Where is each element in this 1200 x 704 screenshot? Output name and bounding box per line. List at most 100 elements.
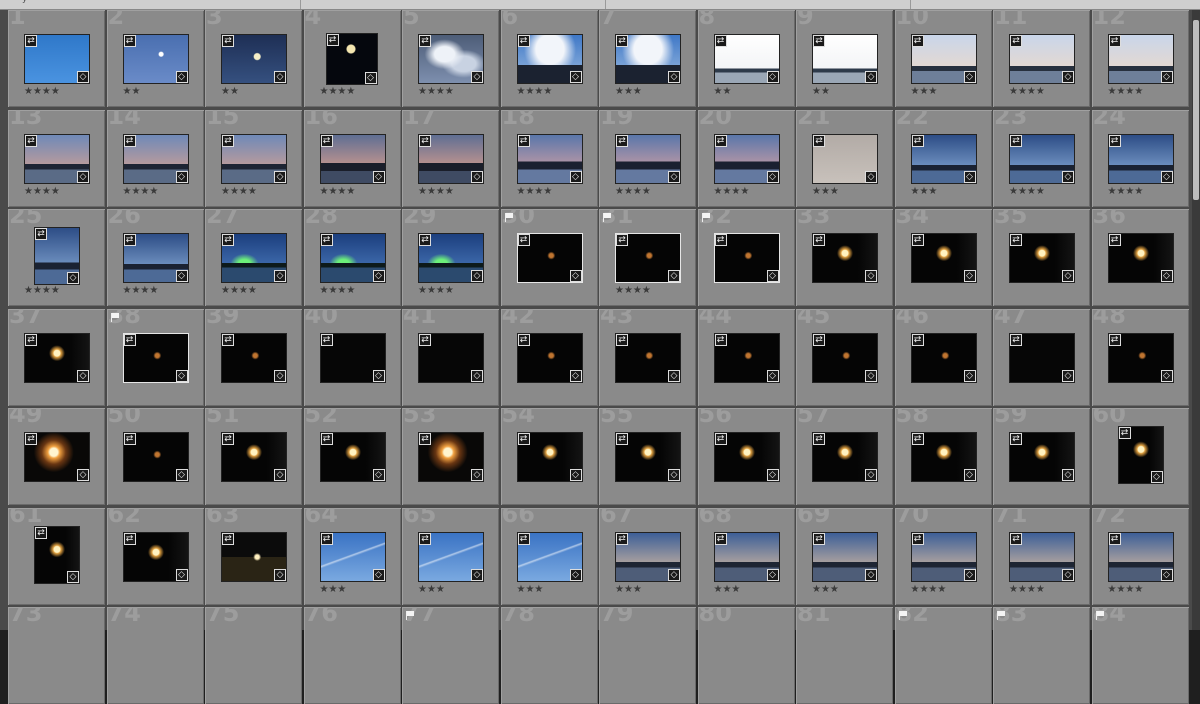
star-rating[interactable]: ★★★★ — [221, 285, 257, 296]
tag-icon[interactable]: ◇ — [865, 170, 877, 183]
sync-icon[interactable]: ⇄ — [1108, 234, 1121, 246]
grid-cell[interactable]: 12 ⇄ ◇ ★★★★ — [1091, 10, 1189, 107]
star-rating[interactable]: ★★★ — [911, 186, 938, 197]
star-rating[interactable]: ★★ — [812, 86, 830, 97]
sync-icon[interactable]: ⇄ — [326, 34, 339, 46]
grid-cell[interactable]: 20 ⇄ ◇ ★★★★ — [697, 109, 795, 207]
sync-icon[interactable]: ⇄ — [222, 234, 234, 246]
flag-icon[interactable] — [406, 611, 414, 620]
sync-icon[interactable]: ⇄ — [419, 433, 431, 445]
grid-cell[interactable]: 33 ⇄ ◇ — [796, 209, 893, 306]
sync-icon[interactable]: ⇄ — [222, 35, 234, 47]
grid-cell[interactable]: 7 ⇄ ◇ ★★★ — [599, 10, 696, 107]
tag-icon[interactable]: ◇ — [865, 71, 877, 83]
grid-cell[interactable]: 6 ⇄ ◇ ★★★★ — [500, 10, 598, 107]
grid-cell[interactable]: 18 ⇄ ◇ ★★★★ — [500, 109, 598, 207]
sync-icon[interactable]: ⇄ — [123, 532, 136, 545]
tag-icon[interactable]: ◇ — [364, 72, 377, 84]
grid-cell[interactable]: 78 — [500, 607, 598, 704]
sync-icon[interactable]: ⇄ — [813, 333, 825, 346]
sync-icon[interactable]: ⇄ — [320, 234, 333, 246]
sync-icon[interactable]: ⇄ — [714, 134, 727, 147]
sync-icon[interactable]: ⇄ — [419, 532, 431, 545]
grid-cell[interactable]: 76 — [303, 607, 401, 704]
flag-icon[interactable] — [898, 611, 907, 620]
star-rating[interactable]: ★★★★ — [615, 186, 651, 197]
sync-icon[interactable]: ⇄ — [123, 333, 136, 346]
tag-icon[interactable]: ◇ — [1062, 71, 1074, 83]
tag-icon[interactable]: ◇ — [1160, 71, 1173, 83]
grid-cell[interactable]: 26 ⇄ ◇ ★★★★ — [106, 209, 204, 306]
sync-icon[interactable]: ⇄ — [419, 333, 431, 346]
star-rating[interactable]: ★★★★ — [418, 86, 454, 97]
sync-icon[interactable]: ⇄ — [911, 35, 924, 47]
grid-cell[interactable]: 51 ⇄ ◇ — [205, 408, 302, 505]
grid-cell[interactable]: 82 — [894, 607, 992, 704]
grid-cell[interactable]: 41 ⇄ ◇ — [402, 308, 499, 406]
star-rating[interactable]: ★★★★ — [123, 285, 159, 296]
sync-icon[interactable]: ⇄ — [222, 134, 234, 147]
sync-icon[interactable]: ⇄ — [911, 433, 924, 445]
tag-icon[interactable]: ◇ — [569, 369, 582, 382]
grid-cell[interactable]: 13 ⇄ ◇ ★★★★ — [8, 109, 105, 207]
grid-cell[interactable]: 4 ⇄ ◇ ★★★★ — [303, 10, 401, 107]
grid-cell[interactable]: 23 ⇄ ◇ ★★★★ — [993, 109, 1090, 207]
tag-icon[interactable]: ◇ — [963, 469, 976, 481]
grid-cell[interactable]: 38 ⇄ ◇ — [106, 308, 204, 406]
tag-icon[interactable]: ◇ — [569, 270, 582, 282]
grid-cell[interactable]: 83 — [993, 607, 1090, 704]
grid-cell[interactable]: 53 ⇄ ◇ — [402, 408, 499, 505]
grid-cell[interactable]: 39 ⇄ ◇ — [205, 308, 302, 406]
sync-icon[interactable]: ⇄ — [911, 333, 924, 346]
sync-icon[interactable]: ⇄ — [616, 333, 628, 346]
tag-icon[interactable]: ◇ — [963, 71, 976, 83]
grid-cell[interactable]: 15 ⇄ ◇ ★★★★ — [205, 109, 302, 207]
grid-cell[interactable]: 46 ⇄ ◇ — [894, 308, 992, 406]
grid-cell[interactable]: 2 ⇄ ◇ ★★ — [106, 10, 204, 107]
grid-cell[interactable]: 9 ⇄ ◇ ★★ — [796, 10, 893, 107]
star-rating[interactable]: ★★★ — [615, 584, 642, 595]
grid-cell[interactable]: 49 ⇄ ◇ — [8, 408, 105, 505]
sync-icon[interactable]: ⇄ — [320, 532, 333, 545]
sync-icon[interactable]: ⇄ — [1010, 35, 1022, 47]
sync-icon[interactable]: ⇄ — [1010, 433, 1022, 445]
grid-cell[interactable]: 8 ⇄ ◇ ★★ — [697, 10, 795, 107]
grid-cell[interactable]: 25 ⇄ ◇ ★★★★ — [8, 209, 105, 306]
sync-icon[interactable]: ⇄ — [35, 228, 47, 240]
grid-cell[interactable]: 70 ⇄ ◇ ★★★★ — [894, 507, 992, 605]
star-rating[interactable]: ★★★ — [812, 186, 839, 197]
tag-icon[interactable]: ◇ — [668, 71, 680, 83]
grid-cell[interactable]: 22 ⇄ ◇ ★★★ — [894, 109, 992, 207]
grid-cell[interactable]: 74 — [106, 607, 204, 704]
tag-icon[interactable]: ◇ — [471, 469, 483, 481]
tag-icon[interactable]: ◇ — [766, 170, 779, 183]
sync-icon[interactable]: ⇄ — [1108, 532, 1121, 545]
sync-icon[interactable]: ⇄ — [123, 134, 136, 147]
grid-cell[interactable]: 47 ⇄ ◇ — [993, 308, 1090, 406]
sync-icon[interactable]: ⇄ — [911, 234, 924, 246]
tag-icon[interactable]: ◇ — [963, 170, 976, 183]
tag-icon[interactable]: ◇ — [274, 369, 286, 382]
sync-icon[interactable]: ⇄ — [714, 333, 727, 346]
grid-cell[interactable]: 10 ⇄ ◇ ★★★ — [894, 10, 992, 107]
star-rating[interactable]: ★★★ — [911, 86, 938, 97]
tag-icon[interactable]: ◇ — [766, 270, 779, 282]
tag-icon[interactable]: ◇ — [274, 270, 286, 282]
star-rating[interactable]: ★★ — [714, 86, 732, 97]
grid-cell[interactable]: 29 ⇄ ◇ ★★★★ — [402, 209, 499, 306]
tag-icon[interactable]: ◇ — [668, 568, 680, 581]
star-rating[interactable]: ★★★★ — [1108, 584, 1144, 595]
tag-icon[interactable]: ◇ — [372, 270, 385, 282]
tag-icon[interactable]: ◇ — [766, 568, 779, 581]
tag-icon[interactable]: ◇ — [1150, 471, 1163, 483]
sync-icon[interactable]: ⇄ — [1010, 333, 1022, 346]
sync-icon[interactable]: ⇄ — [123, 234, 136, 246]
grid-cell[interactable]: 35 ⇄ ◇ — [993, 209, 1090, 306]
tag-icon[interactable]: ◇ — [471, 568, 483, 581]
sync-icon[interactable]: ⇄ — [1108, 35, 1121, 47]
grid-cell[interactable]: 43 ⇄ ◇ — [599, 308, 696, 406]
sync-icon[interactable]: ⇄ — [222, 433, 234, 445]
tag-icon[interactable]: ◇ — [471, 369, 483, 382]
sync-icon[interactable]: ⇄ — [222, 333, 234, 346]
grid-cell[interactable]: 55 ⇄ ◇ — [599, 408, 696, 505]
